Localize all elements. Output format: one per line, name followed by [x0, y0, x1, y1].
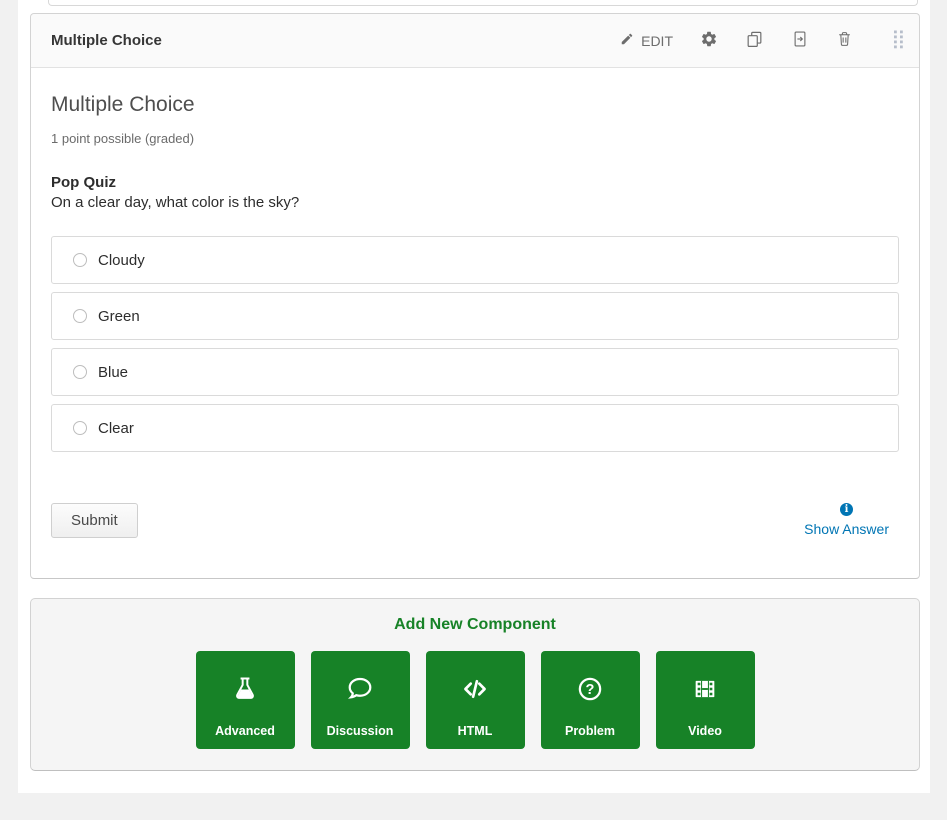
gear-icon	[700, 30, 718, 51]
add-button-label: Advanced	[215, 724, 275, 738]
add-advanced-button[interactable]: Advanced	[196, 651, 295, 749]
delete-button[interactable]	[836, 30, 853, 51]
choice-group: Cloudy Green Blue Clear	[51, 236, 899, 452]
add-component-title: Add New Component	[31, 616, 919, 634]
add-button-label: Discussion	[327, 724, 394, 738]
speech-bubble-icon	[346, 674, 374, 704]
component-header: Multiple Choice EDIT	[31, 14, 919, 68]
question-label: Pop Quiz	[51, 174, 899, 191]
points-text: 1 point possible (graded)	[51, 131, 899, 146]
submit-button[interactable]: Submit	[51, 503, 138, 538]
radio-button-blue[interactable]	[73, 365, 87, 379]
add-problem-button[interactable]: ? Problem	[541, 651, 640, 749]
question-circle-icon: ?	[576, 674, 604, 704]
choice-row-green[interactable]: Green	[51, 292, 899, 340]
add-component-buttons: Advanced Discussion HTML ? Problem	[31, 651, 919, 749]
radio-button-cloudy[interactable]	[73, 253, 87, 267]
problem-preview: Multiple Choice 1 point possible (graded…	[31, 68, 919, 578]
choice-label: Blue	[98, 364, 128, 381]
component-title: Multiple Choice	[51, 32, 620, 49]
choice-row-blue[interactable]: Blue	[51, 348, 899, 396]
choice-label: Clear	[98, 420, 134, 437]
duplicate-button[interactable]	[745, 30, 764, 52]
radio-button-clear[interactable]	[73, 421, 87, 435]
component-actions: EDIT	[620, 28, 907, 54]
previous-component-edge	[48, 0, 918, 6]
edit-button-label: EDIT	[641, 33, 673, 49]
code-icon	[460, 674, 490, 704]
question-text: On a clear day, what color is the sky?	[51, 194, 899, 211]
film-strip-icon	[691, 674, 719, 704]
add-html-button[interactable]: HTML	[426, 651, 525, 749]
show-answer-block: i Show Answer	[804, 503, 889, 537]
add-button-label: Problem	[565, 724, 615, 738]
add-button-label: HTML	[458, 724, 493, 738]
settings-button[interactable]	[700, 30, 718, 51]
trash-icon	[836, 30, 853, 51]
add-component-panel: Add New Component Advanced Discussion HT…	[30, 598, 920, 771]
add-button-label: Video	[688, 724, 722, 738]
show-answer-link[interactable]: Show Answer	[804, 521, 889, 537]
edit-button[interactable]: EDIT	[620, 32, 673, 49]
problem-heading: Multiple Choice	[51, 93, 899, 117]
flask-icon	[231, 674, 259, 704]
problem-actions: Submit i Show Answer	[51, 503, 899, 538]
choice-label: Cloudy	[98, 252, 145, 269]
component-card: Multiple Choice EDIT	[30, 13, 920, 579]
move-button[interactable]	[791, 30, 809, 51]
choice-row-clear[interactable]: Clear	[51, 404, 899, 452]
pencil-icon	[620, 32, 634, 49]
svg-text:?: ?	[586, 682, 595, 698]
choice-row-cloudy[interactable]: Cloudy	[51, 236, 899, 284]
choice-label: Green	[98, 308, 140, 325]
drag-handle-icon[interactable]	[890, 28, 907, 54]
add-video-button[interactable]: Video	[656, 651, 755, 749]
radio-button-green[interactable]	[73, 309, 87, 323]
duplicate-icon	[745, 30, 764, 52]
add-discussion-button[interactable]: Discussion	[311, 651, 410, 749]
content-column: Multiple Choice EDIT	[18, 0, 930, 793]
info-icon[interactable]: i	[840, 503, 853, 516]
move-icon	[791, 30, 809, 51]
